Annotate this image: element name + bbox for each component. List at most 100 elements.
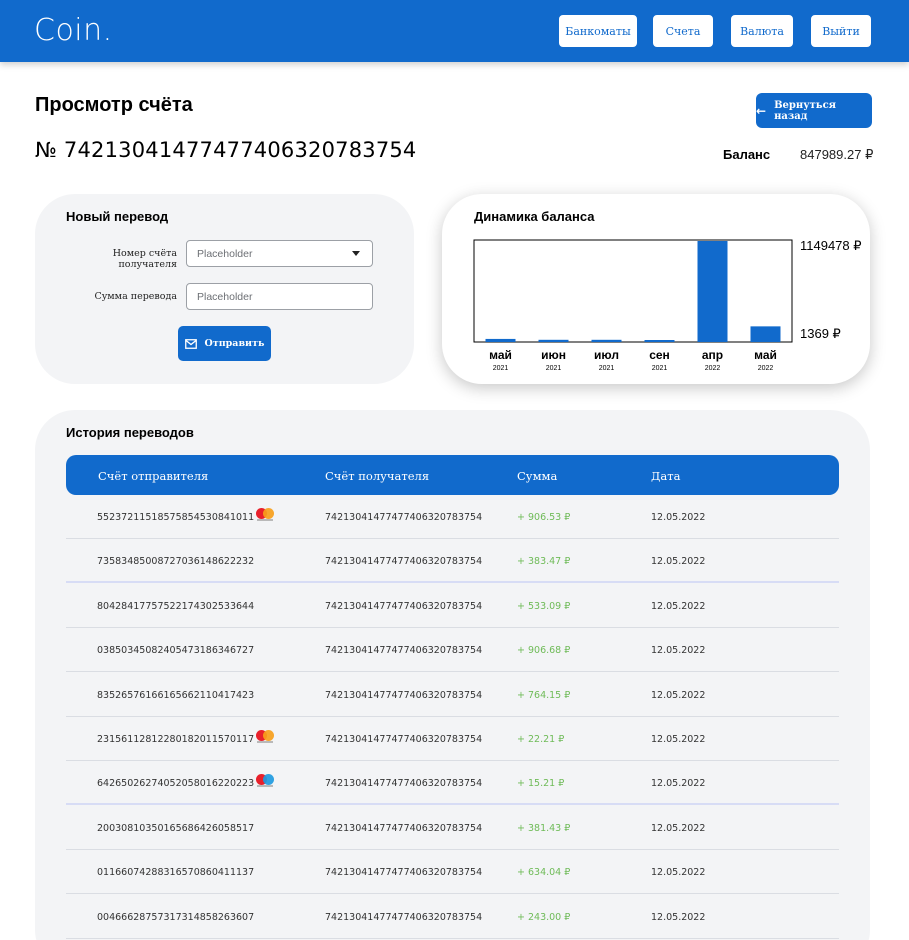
balance-chart-card[interactable]: Динамика баланса май 2021 июн 2021 июл 2021 се… [442, 194, 870, 384]
balance-value: 847989.27 ₽ [800, 147, 874, 162]
amount-input[interactable]: Placeholder [186, 283, 373, 310]
maestro-icon [256, 774, 274, 790]
chart-bar [644, 340, 675, 342]
balance-label: Баланс [723, 147, 771, 162]
new-transfer-title: Новый перевод [66, 209, 169, 224]
transfer-date: 12.05.2022 [651, 556, 706, 568]
new-transfer-card: Новый перевод Номер счёта получателя Pla… [35, 194, 414, 384]
table-row[interactable]: 73583485008727036148622232 74213041477477… [66, 539, 839, 584]
app-header: Coin. Банкоматы Счета Валюта Выйти [0, 0, 909, 62]
sender-account: 83526576166165662110417423 [97, 689, 255, 701]
transfer-amount: + 764.15 ₽ [517, 689, 571, 701]
recipient-placeholder: Placeholder [197, 247, 253, 260]
nav-atms-button[interactable]: Банкоматы [559, 15, 637, 47]
transfer-date: 12.05.2022 [651, 911, 706, 923]
chart-x-tick-label: июл [594, 348, 619, 362]
chart-x-tick-year: 2021 [493, 365, 509, 372]
amount-label: Сумма перевода [94, 291, 177, 302]
transfer-date: 12.05.2022 [651, 645, 706, 657]
history-table-header: Счёт отправителя Счёт получателя Сумма Д… [66, 455, 839, 495]
chart-bar [697, 241, 728, 342]
transfer-amount: + 383.47 ₽ [517, 556, 571, 568]
chart-y-min-label: 1369 ₽ [800, 326, 841, 341]
transfer-date: 12.05.2022 [651, 734, 706, 745]
recipient-account: 74213041477477406320783754 [325, 778, 483, 790]
chart-x-tick-label: сен [649, 348, 670, 362]
page-title: Просмотр счёта [35, 94, 193, 116]
recipient-account: 74213041477477406320783754 [325, 645, 483, 657]
chart-x-tick-year: 2022 [705, 365, 721, 372]
recipient-account: 74213041477477406320783754 [325, 911, 483, 923]
transfer-amount: + 906.53 ₽ [517, 512, 571, 523]
back-button[interactable]: ← Вернуться назад [756, 93, 872, 128]
recipient-account: 74213041477477406320783754 [325, 734, 483, 745]
table-row[interactable]: 64265026274052058016220223 74213041477477… [66, 761, 839, 806]
sender-account: 20030810350165686426058517 [97, 822, 255, 834]
transfer-history-card: История переводов Счёт отправителя Счёт … [35, 410, 870, 940]
table-row[interactable]: 83526576166165662110417423 74213041477477… [66, 673, 839, 717]
transfer-amount: + 15.21 ₽ [517, 778, 565, 790]
sender-account: 73583485008727036148622232 [97, 556, 255, 568]
balance-chart: май 2021 июн 2021 июл 2021 сен 2021 апр 2022 май 20… [473, 238, 862, 372]
table-row[interactable]: 55237211518575854530841011 74213041477477… [66, 495, 839, 539]
chart-bar [591, 339, 622, 342]
nav-logout-button[interactable]: Выйти [811, 15, 871, 47]
send-button-label: Отправить [204, 338, 265, 349]
sender-account: 00466628757317314858263607 [97, 911, 255, 923]
chart-x-tick-label: июн [541, 348, 566, 362]
chart-bar [750, 326, 781, 342]
transfer-date: 12.05.2022 [651, 600, 706, 612]
arrow-left-icon: ← [756, 103, 767, 118]
mastercard-icon [256, 508, 274, 524]
chart-x-tick-label: май [754, 348, 777, 362]
app-logo: Coin. [34, 13, 113, 48]
mail-icon [184, 338, 197, 349]
nav-currency-button[interactable]: Валюта [731, 15, 793, 47]
transfer-amount: + 381.43 ₽ [517, 822, 571, 834]
recipient-account: 74213041477477406320783754 [325, 556, 483, 568]
sender-account: 23156112812280182011570117 [97, 734, 255, 745]
transfer-date: 12.05.2022 [651, 778, 706, 790]
account-number: № 74213041477477406320783754 [35, 138, 417, 162]
sender-account: 01166074288316570860411137 [97, 867, 255, 879]
transfer-amount: + 243.00 ₽ [517, 911, 571, 923]
recipient-account: 74213041477477406320783754 [325, 600, 483, 612]
recipient-label: Номер счёта получателя [112, 248, 177, 270]
column-recipient: Счёт получателя [325, 469, 430, 483]
transfer-amount: + 906.68 ₽ [517, 645, 571, 657]
column-date: Дата [651, 469, 681, 483]
table-row[interactable]: 01166074288316570860411137 74213041477477… [66, 850, 839, 895]
chart-x-tick-year: 2021 [599, 365, 615, 372]
transfer-amount: + 22.21 ₽ [517, 734, 565, 745]
table-row[interactable]: 03850345082405473186346727 74213041477477… [66, 628, 839, 673]
back-button-label: Вернуться назад [774, 99, 837, 122]
history-title: История переводов [66, 425, 194, 440]
transfer-date: 12.05.2022 [651, 822, 706, 834]
table-row[interactable]: 80428417757522174302533644 74213041477477… [66, 584, 839, 628]
transfer-date: 12.05.2022 [651, 689, 706, 701]
table-row[interactable]: 00466628757317314858263607 74213041477477… [66, 895, 839, 939]
recipient-account: 74213041477477406320783754 [325, 689, 483, 701]
chart-y-max-label: 1149478 ₽ [800, 238, 862, 253]
nav-accounts-button[interactable]: Счета [653, 15, 713, 47]
transfer-amount: + 533.09 ₽ [517, 600, 571, 612]
chart-x-tick-year: 2021 [546, 365, 562, 372]
sender-account: 80428417757522174302533644 [97, 600, 255, 612]
chart-plot-frame [473, 239, 793, 343]
chart-bar [538, 339, 569, 342]
table-row[interactable]: 20030810350165686426058517 74213041477477… [66, 806, 839, 850]
transfer-date: 12.05.2022 [651, 512, 706, 523]
transfer-amount: + 634.04 ₽ [517, 867, 571, 879]
column-sender: Счёт отправителя [98, 469, 209, 483]
table-row[interactable]: 23156112812280182011570117 74213041477477… [66, 717, 839, 761]
recipient-account: 74213041477477406320783754 [325, 512, 483, 523]
recipient-account: 74213041477477406320783754 [325, 867, 483, 879]
amount-placeholder: Placeholder [197, 290, 253, 303]
chevron-down-icon [352, 251, 360, 256]
recipient-select[interactable]: Placeholder [186, 240, 373, 267]
recipient-account: 74213041477477406320783754 [325, 822, 483, 834]
column-amount: Сумма [517, 469, 558, 483]
send-button[interactable]: Отправить [178, 326, 271, 361]
sender-account: 03850345082405473186346727 [97, 645, 255, 657]
sender-account: 64265026274052058016220223 [97, 778, 255, 790]
